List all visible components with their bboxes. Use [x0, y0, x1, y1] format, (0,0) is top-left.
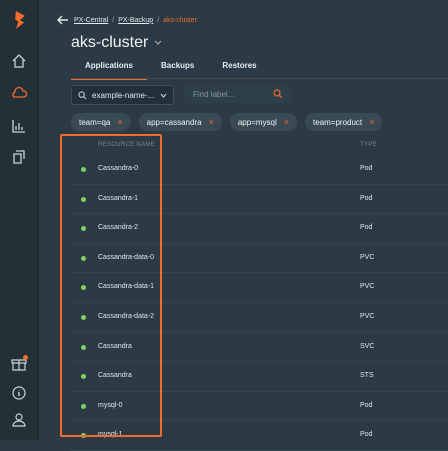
tab-applications[interactable]: Applications [71, 58, 148, 80]
portworx-logo[interactable] [11, 11, 27, 33]
label-chip: team=qa × [71, 113, 131, 131]
label-chip-text: app=cassandra [146, 117, 202, 127]
cloud-icon[interactable] [10, 84, 28, 102]
label-chip: app=cassandra × [138, 113, 222, 131]
namespace-select-value: example-name-... [92, 90, 155, 100]
home-icon[interactable] [10, 52, 28, 70]
column-header-type[interactable]: TYPE [360, 142, 377, 148]
chevron-down-icon [160, 93, 167, 98]
chevron-down-icon [154, 40, 162, 45]
notification-dot [23, 355, 28, 360]
chip-remove-icon[interactable]: × [209, 117, 214, 127]
resource-type: Pod [360, 165, 373, 172]
search-icon [78, 90, 87, 99]
chart-icon[interactable] [10, 117, 28, 135]
breadcrumb-separator: / [157, 16, 160, 24]
chip-remove-icon[interactable]: × [117, 117, 122, 127]
namespace-select[interactable]: example-name-... [71, 85, 174, 105]
label-search-placeholder: Find label... [193, 89, 235, 99]
resource-type: Pod [360, 401, 373, 409]
breadcrumb-px-central[interactable]: PX-Central [74, 17, 108, 24]
chip-remove-icon[interactable]: × [369, 117, 374, 127]
tab-restores[interactable]: Restores [208, 58, 270, 78]
clone-icon[interactable] [10, 148, 28, 166]
search-icon [273, 89, 283, 99]
tab-bar: Applications Backups Restores [71, 58, 271, 80]
resource-type: Pod [360, 224, 373, 232]
label-chip-text: team=product [313, 117, 363, 127]
resource-type: STS [360, 372, 374, 380]
cluster-title-dropdown[interactable]: aks-cluster [71, 34, 162, 52]
resource-type: Pod [360, 194, 373, 202]
resource-type: PVC [360, 253, 375, 261]
label-chip-text: app=mysql [237, 117, 277, 127]
user-icon[interactable] [10, 411, 28, 429]
gift-icon[interactable] [10, 355, 28, 373]
breadcrumb-separator: / [112, 16, 115, 24]
label-chips: team=qa × app=cassandra × app=mysql × te… [71, 113, 383, 131]
label-chip: app=mysql × [229, 113, 298, 131]
label-chip: team=product × [305, 113, 383, 131]
resource-type: PVC [360, 312, 375, 320]
chip-remove-icon[interactable]: × [284, 117, 289, 127]
info-icon[interactable] [10, 384, 28, 402]
resource-type: Pod [360, 431, 373, 439]
left-nav-rail [0, 0, 39, 440]
label-chip-text: team=qa [79, 117, 111, 127]
page-title: aks-cluster [71, 34, 149, 51]
highlight-box [60, 134, 162, 437]
back-arrow-icon[interactable] [57, 15, 69, 25]
breadcrumb-px-backup[interactable]: PX-Backup [118, 17, 153, 24]
resource-type: PVC [360, 283, 375, 291]
resource-type: SVC [360, 342, 375, 350]
tab-backups[interactable]: Backups [147, 58, 208, 78]
tabs-divider [71, 78, 448, 79]
label-search-input[interactable]: Find label... [185, 85, 291, 103]
breadcrumb: PX-Central / PX-Backup / aks-cluster [57, 13, 197, 27]
breadcrumb-current: aks-cluster [163, 16, 198, 24]
